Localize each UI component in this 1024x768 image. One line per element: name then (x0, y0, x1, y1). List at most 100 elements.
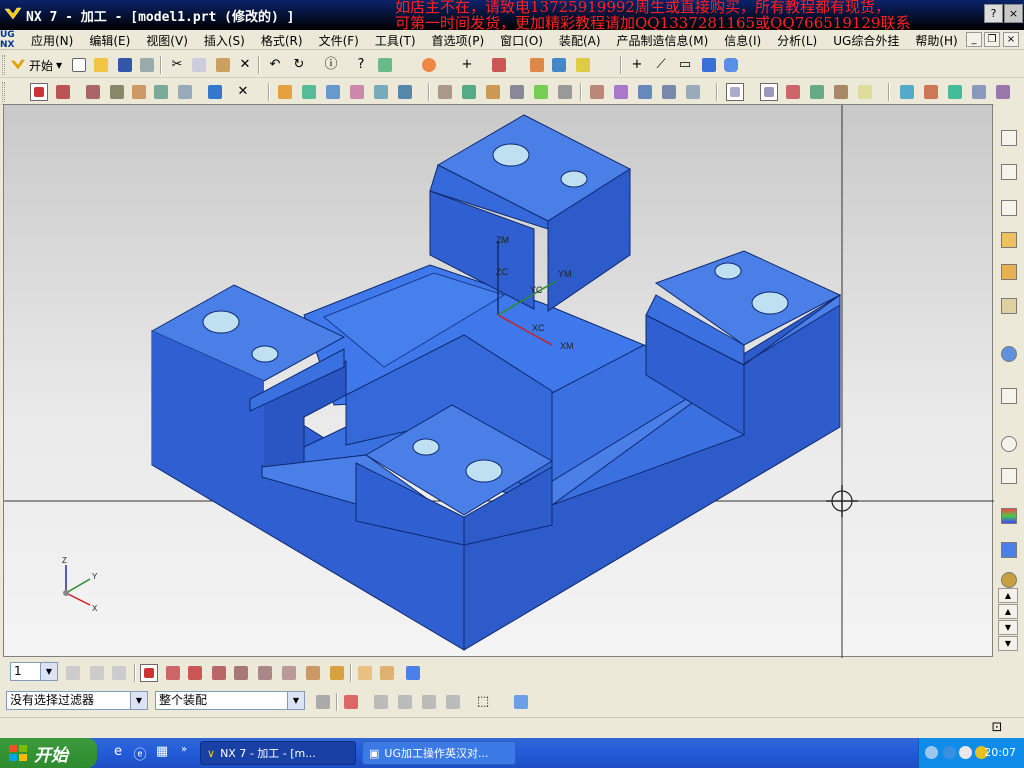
tools-icon[interactable] (376, 56, 394, 74)
reuse-library-icon[interactable] (998, 294, 1020, 318)
scroll-down-icon[interactable]: ▼ (998, 620, 1018, 635)
volume-icon[interactable] (959, 746, 972, 759)
crosshair-icon[interactable]: + (628, 56, 646, 74)
scroll-up-icon[interactable]: ▲ (998, 604, 1018, 619)
part-navigator-icon[interactable] (998, 260, 1020, 284)
menu-item[interactable]: UG综合外挂 (824, 32, 906, 49)
rotate-icon[interactable] (300, 83, 318, 101)
measure-distance-icon[interactable] (356, 664, 374, 682)
mirror-icon[interactable] (324, 83, 342, 101)
operation-navigator-tab-icon[interactable] (998, 126, 1020, 150)
menu-item[interactable]: 插入(S) (195, 32, 252, 49)
close-button[interactable]: × (1004, 4, 1023, 23)
wcs-save-icon[interactable] (280, 664, 298, 682)
help-context-icon[interactable]: ? (352, 56, 370, 74)
render-icon[interactable] (550, 56, 568, 74)
ie-icon[interactable]: e (110, 744, 126, 760)
sketch-icon[interactable] (898, 83, 916, 101)
menu-item[interactable]: 信息(I) (715, 32, 768, 49)
ie-tray-icon[interactable] (943, 746, 956, 759)
create-tool-icon[interactable] (84, 83, 102, 101)
assembly-navigator-icon[interactable] (998, 228, 1020, 252)
body-rule-icon[interactable] (420, 693, 438, 711)
rectangle-select-icon[interactable]: ⬚ (474, 693, 492, 711)
line-icon[interactable]: ⟋ (652, 56, 670, 74)
path-display-icon[interactable] (588, 83, 606, 101)
rectangle-icon[interactable]: ▭ (676, 56, 694, 74)
generate-toolpath-icon[interactable] (176, 83, 194, 101)
cut-icon[interactable]: ✂ (168, 56, 186, 74)
menu-item[interactable]: 装配(A) (550, 32, 608, 49)
menu-item[interactable]: 产品制造信息(M) (608, 32, 716, 49)
new-file-icon[interactable] (70, 56, 88, 74)
system-materials-icon[interactable] (998, 464, 1020, 488)
menu-item[interactable]: 格式(R) (252, 32, 310, 49)
list-path-icon[interactable] (636, 83, 654, 101)
menu-item[interactable]: 文件(F) (310, 32, 366, 49)
restore-doc-button[interactable]: ❐ (984, 32, 1000, 47)
chevron-down-icon[interactable]: ▼ (130, 692, 147, 709)
browser-icon[interactable]: ⓔ (132, 744, 148, 763)
shop-docs-icon[interactable] (460, 83, 478, 101)
wcs-flip-icon[interactable] (328, 664, 346, 682)
analysis-icon[interactable] (420, 56, 438, 74)
operation-navigator-icon[interactable] (30, 83, 48, 101)
layer-settings-icon[interactable] (64, 664, 82, 682)
wcs-rotate-icon[interactable] (186, 664, 204, 682)
path-edit-icon[interactable] (660, 83, 678, 101)
scroll-down-icon[interactable]: ▼ (998, 636, 1018, 651)
snap-point-icon[interactable] (784, 83, 802, 101)
snap-face-icon[interactable] (856, 83, 874, 101)
work-layer-select[interactable]: 1 ▼ (10, 662, 58, 681)
geometry-tab-icon[interactable] (998, 196, 1020, 220)
select-all-icon[interactable] (512, 693, 530, 711)
wcs-dynamics-icon[interactable] (140, 664, 158, 682)
toolbar-grip[interactable] (2, 55, 5, 75)
menu-item[interactable]: 窗口(O) (491, 32, 550, 49)
material-icon[interactable] (528, 56, 546, 74)
fit-window-icon[interactable]: ⊡ (988, 719, 1006, 737)
datum-icon[interactable] (490, 56, 508, 74)
menu-item[interactable]: 首选项(P) (423, 32, 492, 49)
wcs-display-icon[interactable] (256, 664, 274, 682)
create-program-icon[interactable] (54, 83, 72, 101)
replay-icon[interactable] (612, 83, 630, 101)
history-icon[interactable] (998, 384, 1020, 408)
select-mode-icon[interactable] (726, 83, 744, 101)
more-icon[interactable] (994, 83, 1012, 101)
print-icon[interactable] (138, 56, 156, 74)
measure-angle-icon[interactable] (378, 664, 396, 682)
tray-chevron-icon[interactable] (925, 746, 938, 759)
media-icon[interactable]: ▦ (154, 744, 170, 760)
layer-category-icon[interactable] (110, 664, 128, 682)
open-folder-icon[interactable] (92, 56, 110, 74)
part-model[interactable]: ZM ZC YM YC XC XM Z Y X (4, 105, 994, 658)
feature-icon[interactable] (532, 83, 550, 101)
chevron-down-icon[interactable]: ▼ (287, 692, 304, 709)
point-icon[interactable]: + (458, 56, 476, 74)
chevron-down-icon[interactable]: ▼ (40, 663, 57, 680)
start-button[interactable]: 开始 (0, 738, 97, 768)
minimize-doc-button[interactable]: _ (966, 32, 982, 47)
menu-item[interactable]: 视图(V) (137, 32, 195, 49)
shade-icon[interactable] (970, 83, 988, 101)
create-geometry-icon[interactable] (108, 83, 126, 101)
delete-icon[interactable]: ✕ (234, 83, 252, 101)
cylinder-icon[interactable] (722, 56, 740, 74)
clock-history-icon[interactable] (998, 432, 1020, 456)
menu-item[interactable]: 分析(L) (768, 32, 824, 49)
help-button[interactable]: ? (984, 4, 1003, 23)
menu-item[interactable]: 编辑(E) (80, 32, 137, 49)
move-icon[interactable] (276, 83, 294, 101)
web-browser-icon[interactable] (998, 342, 1020, 366)
create-operation-icon[interactable] (152, 83, 170, 101)
repeat-command-icon[interactable]: ↻ (290, 56, 308, 74)
tool-list-icon[interactable] (508, 83, 526, 101)
menu-item[interactable]: 应用(N) (22, 32, 80, 49)
wcs-set-icon[interactable] (304, 664, 322, 682)
output-cls-icon[interactable] (484, 83, 502, 101)
copy-op-icon[interactable] (348, 83, 366, 101)
component-icon[interactable] (444, 693, 462, 711)
menu-item[interactable]: 工具(T) (366, 32, 423, 49)
task-nx-window[interactable]: ∨ NX 7 - 加工 - [m... (200, 741, 356, 765)
